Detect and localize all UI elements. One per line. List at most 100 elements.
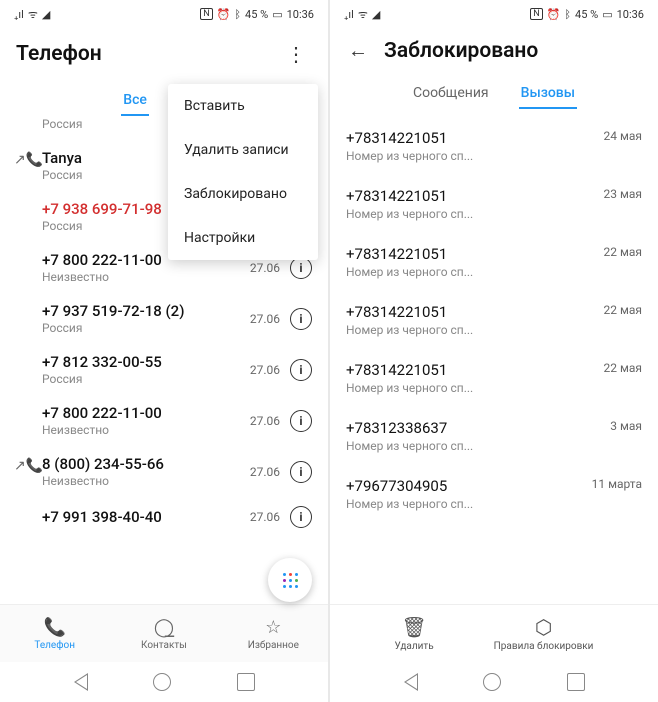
info-button[interactable]: i [290, 461, 312, 483]
blocked-item[interactable]: +78314221051 Номер из черного сп... 23 м… [330, 175, 658, 233]
page-title: Телефон [16, 42, 266, 66]
overflow-menu: Вставить Удалить записи Заблокировано На… [168, 84, 318, 260]
blocked-number: +78314221051 [346, 187, 604, 205]
signal-icon: ₊ıl [344, 8, 354, 21]
blocked-date: 22 мая [604, 303, 642, 317]
call-region: Неизвестно [42, 474, 250, 488]
rules-label: Правила блокировки [494, 641, 594, 652]
blocked-number: +78314221051 [346, 361, 604, 379]
bottom-nav: 📞 Телефон ◯̲ Контакты ☆ Избранное [0, 604, 328, 662]
outgoing-call-icon: ↗📞 [14, 152, 43, 168]
call-number: +7 812 332-00-55 [42, 353, 250, 371]
contacts-icon: ◯̲ [154, 617, 174, 638]
info-button[interactable]: i [290, 308, 312, 330]
blocked-item[interactable]: +78312338637 Номер из черного сп... 3 ма… [330, 407, 658, 465]
nfc-icon: N [530, 8, 542, 20]
call-item[interactable]: +7 937 519-72-18 (2) Россия 27.06 i [0, 293, 328, 344]
call-region: Неизвестно [42, 423, 250, 437]
blocked-date: 3 мая [610, 419, 642, 433]
sys-back-button[interactable] [73, 673, 87, 691]
system-nav [0, 662, 328, 702]
trash-icon: 🗑 [401, 615, 426, 639]
menu-settings[interactable]: Настройки [168, 216, 318, 260]
blocked-reason: Номер из черного сп... [346, 265, 604, 279]
call-item[interactable]: +7 991 398-40-40 27.06 i [0, 497, 328, 537]
nav-favorites[interactable]: ☆ Избранное [219, 605, 328, 662]
signal-icon: ₊ıl [14, 8, 24, 21]
call-date: 27.06 [250, 465, 280, 479]
clock: 10:36 [617, 8, 644, 21]
alarm-icon: ⏰ [547, 8, 561, 21]
menu-blocked[interactable]: Заблокировано [168, 172, 318, 216]
blocked-item[interactable]: +78314221051 Номер из черного сп... 24 м… [330, 117, 658, 175]
blocked-reason: Номер из черного сп... [346, 381, 604, 395]
header: Телефон ⋮ [0, 28, 328, 74]
blocked-item[interactable]: +79677304905 Номер из черного сп... 11 м… [330, 465, 658, 523]
blocked-reason: Номер из черного сп... [346, 149, 604, 163]
back-button[interactable]: ← [346, 38, 370, 63]
nav-contacts-label: Контакты [141, 640, 187, 651]
tab-messages[interactable]: Сообщения [411, 79, 491, 109]
call-number: +7 800 222-11-00 [42, 404, 250, 422]
dialpad-icon [283, 573, 298, 588]
call-region: Россия [42, 372, 250, 386]
sys-home-button[interactable] [153, 673, 171, 691]
nav-phone[interactable]: 📞 Телефон [0, 605, 109, 662]
tab-all[interactable]: Все [121, 86, 149, 116]
blocked-date: 24 мая [604, 129, 642, 143]
blocked-item[interactable]: +78314221051 Номер из черного сп... 22 м… [330, 233, 658, 291]
blocked-number: +78312338637 [346, 419, 610, 437]
call-date: 27.06 [250, 510, 280, 524]
call-date: 27.06 [250, 261, 280, 275]
blocked-number: +78314221051 [346, 245, 604, 263]
battery-icon: ▭ [272, 8, 282, 21]
outgoing-call-icon: ↗📞 [14, 458, 43, 474]
battery-percent: 45 % [245, 8, 268, 21]
alarm-icon: ⏰ [217, 8, 231, 21]
info-button[interactable]: i [290, 410, 312, 432]
rules-action[interactable]: ⬡ Правила блокировки [494, 615, 594, 652]
blocked-number: +78314221051 [346, 303, 604, 321]
sys-back-button[interactable] [403, 673, 417, 691]
status-bar: ₊ıl ᯤ ◢ N ⏰ ᛒ 45 % ▭ 10:36 [330, 0, 658, 28]
nav-contacts[interactable]: ◯̲ Контакты [109, 605, 218, 662]
call-number: 8 (800) 234-55-66 [42, 455, 250, 473]
nav-phone-label: Телефон [34, 640, 75, 651]
delete-action[interactable]: 🗑 Удалить [395, 615, 434, 652]
menu-delete-records[interactable]: Удалить записи [168, 128, 318, 172]
blocked-item[interactable]: +78314221051 Номер из черного сп... 22 м… [330, 291, 658, 349]
info-button[interactable]: i [290, 359, 312, 381]
sys-home-button[interactable] [483, 673, 501, 691]
bluetooth-icon: ᛒ [564, 8, 571, 21]
info-button[interactable]: i [290, 506, 312, 528]
blocked-list[interactable]: +78314221051 Номер из черного сп... 24 м… [330, 109, 658, 604]
blocked-date: 11 марта [592, 477, 642, 491]
nfc-icon: N [200, 8, 212, 20]
bluetooth-icon: ᛒ [234, 8, 241, 21]
battery-icon: ▭ [602, 8, 612, 21]
call-item[interactable]: ↗📞 8 (800) 234-55-66 Неизвестно 27.06 i [0, 446, 328, 497]
dialpad-fab[interactable] [268, 558, 312, 602]
call-item[interactable]: +7 812 332-00-55 Россия 27.06 i [0, 344, 328, 395]
sys-recent-button[interactable] [237, 673, 255, 691]
blocked-date: 22 мая [604, 361, 642, 375]
blocked-number: +79677304905 [346, 477, 592, 495]
call-region: Россия [42, 321, 250, 335]
blocked-date: 22 мая [604, 245, 642, 259]
sys-recent-button[interactable] [567, 673, 585, 691]
blocked-item[interactable]: +78314221051 Номер из черного сп... 22 м… [330, 349, 658, 407]
wifi-icon: ᯤ [358, 7, 368, 22]
more-menu-button[interactable]: ⋮ [280, 38, 312, 70]
call-number: +7 991 398-40-40 [42, 508, 250, 526]
telegram-icon: ◢ [42, 8, 50, 21]
blocked-reason: Номер из черного сп... [346, 323, 604, 337]
menu-paste[interactable]: Вставить [168, 84, 318, 128]
wifi-icon: ᯤ [28, 7, 38, 22]
tab-calls[interactable]: Вызовы [519, 79, 577, 109]
call-item[interactable]: +7 800 222-11-00 Неизвестно 27.06 i [0, 395, 328, 446]
blocked-number: +78314221051 [346, 129, 604, 147]
header: ← Заблокировано [330, 28, 658, 67]
blocked-tabs: Сообщения Вызовы [330, 67, 658, 109]
phone-screen-left: ₊ıl ᯤ ◢ N ⏰ ᛒ 45 % ▭ 10:36 Телефон ⋮ Все… [0, 0, 328, 702]
star-icon: ☆ [265, 617, 281, 638]
